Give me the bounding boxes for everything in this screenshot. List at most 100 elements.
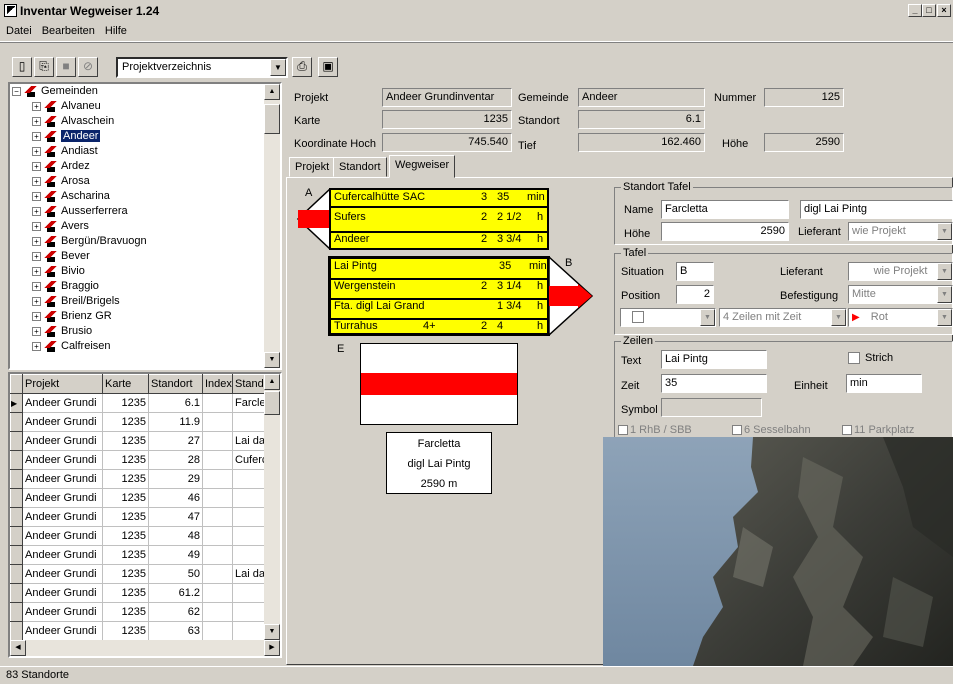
row-indicator[interactable]: [10, 431, 23, 451]
print-icon[interactable]: ⎙: [292, 57, 312, 77]
copy-icon[interactable]: ⎘: [34, 57, 54, 77]
expand-icon[interactable]: +: [32, 311, 41, 321]
tree-item[interactable]: + Arosa: [10, 174, 280, 189]
table-row[interactable]: Andeer Grundi 1235 11.9: [10, 412, 271, 432]
expand-icon[interactable]: +: [32, 266, 41, 276]
new-icon[interactable]: ▯: [12, 57, 32, 77]
expand-icon[interactable]: +: [32, 251, 41, 261]
tree-item[interactable]: + Bever: [10, 249, 280, 264]
text-input[interactable]: Lai Pintg: [661, 350, 767, 369]
table-row[interactable]: Andeer Grundi 1235 61.2: [10, 583, 271, 603]
scroll-down-icon[interactable]: ▼: [264, 352, 280, 368]
close-button[interactable]: ×: [937, 4, 951, 17]
expand-icon[interactable]: +: [32, 326, 41, 336]
row-indicator[interactable]: [10, 488, 23, 508]
tree-scrollbar[interactable]: ▲ ▼: [264, 84, 280, 368]
table-row[interactable]: Andeer Grundi 1235 62: [10, 602, 271, 622]
symbol-option-1[interactable]: 1 RhB / SBB: [618, 424, 692, 436]
name2-input[interactable]: digl Lai Pintg: [800, 200, 953, 219]
position-input[interactable]: 2: [676, 285, 714, 304]
tree-root[interactable]: − Gemeinden: [10, 84, 280, 99]
current-row-icon[interactable]: ▶: [10, 393, 23, 413]
symbol-field[interactable]: [661, 398, 762, 417]
table-row[interactable]: ▶ Andeer Grundi 1235 6.1 Farcle: [10, 393, 271, 413]
table-row[interactable]: Andeer Grundi 1235 29: [10, 469, 271, 489]
tree-item[interactable]: + Braggio: [10, 279, 280, 294]
tree-item[interactable]: + Calfreisen: [10, 339, 280, 354]
window-icon[interactable]: ▣: [318, 57, 338, 77]
zeit-input[interactable]: 35: [661, 374, 767, 393]
expand-icon[interactable]: +: [32, 206, 41, 216]
farbe-select[interactable]: ▶ Rot ▼: [848, 308, 953, 327]
tree-item[interactable]: + Ascharina: [10, 189, 280, 204]
row-indicator[interactable]: [10, 450, 23, 470]
expand-icon[interactable]: +: [32, 341, 41, 351]
scroll-right-icon[interactable]: ▶: [264, 640, 280, 656]
sign-e[interactable]: [360, 343, 518, 425]
row-indicator[interactable]: [10, 583, 23, 603]
sign-b[interactable]: Lai Pintg 35 min Wergenstein 2 3 1/4 h Fta. d…: [328, 256, 550, 336]
checkbox-icon[interactable]: [842, 425, 852, 436]
expand-icon[interactable]: +: [32, 281, 41, 291]
chevron-down-icon[interactable]: ▼: [270, 59, 286, 76]
checkbox-icon[interactable]: [732, 425, 742, 436]
scroll-down-icon[interactable]: ▼: [264, 624, 280, 640]
row-indicator[interactable]: [10, 545, 23, 565]
expand-icon[interactable]: +: [32, 296, 41, 306]
tab-standort[interactable]: Standort: [333, 157, 387, 177]
tree-item[interactable]: + Andiast: [10, 144, 280, 159]
table-row[interactable]: Andeer Grundi 1235 49: [10, 545, 271, 565]
table-row[interactable]: Andeer Grundi 1235 47: [10, 507, 271, 527]
scroll-left-icon[interactable]: ◀: [10, 640, 26, 656]
hoehe-input[interactable]: 2590: [661, 222, 789, 241]
symbol-option-3[interactable]: 11 Parkplatz: [842, 424, 914, 436]
einheit-input[interactable]: min: [846, 374, 922, 393]
project-combo[interactable]: Projektverzeichnis ▼: [116, 57, 288, 78]
scroll-up-icon[interactable]: ▲: [264, 374, 280, 390]
tree-item[interactable]: + Ardez: [10, 159, 280, 174]
expand-icon[interactable]: +: [32, 161, 41, 171]
table-row[interactable]: Andeer Grundi 1235 28 Cuferc: [10, 450, 271, 470]
tree-item[interactable]: + Brusio: [10, 324, 280, 339]
expand-icon[interactable]: +: [32, 191, 41, 201]
checkbox-icon[interactable]: [618, 425, 628, 436]
expand-icon[interactable]: +: [32, 221, 41, 231]
scroll-up-icon[interactable]: ▲: [264, 84, 280, 100]
zeilen-select[interactable]: 4 Zeilen mit Zeit ▼: [719, 308, 847, 327]
collapse-icon[interactable]: −: [12, 86, 21, 96]
tree-item[interactable]: + Andeer: [10, 129, 280, 144]
minimize-button[interactable]: _: [908, 4, 922, 17]
standorte-grid[interactable]: Projekt Karte Standort Index Stand ▶ Andeer G…: [8, 372, 282, 658]
row-indicator[interactable]: [10, 621, 23, 641]
table-row[interactable]: Andeer Grundi 1235 50 Lai da: [10, 564, 271, 584]
tree-item[interactable]: + Avers: [10, 219, 280, 234]
row-indicator[interactable]: [10, 507, 23, 527]
expand-icon[interactable]: +: [32, 146, 41, 156]
chevron-down-icon[interactable]: ▼: [700, 309, 715, 326]
table-row[interactable]: Andeer Grundi 1235 27 Lai da: [10, 431, 271, 451]
tab-projekt[interactable]: Projekt: [289, 157, 336, 177]
tree-item[interactable]: + Alvaschein: [10, 114, 280, 129]
tafel-lieferant-select[interactable]: wie Projekt ▼: [848, 262, 953, 281]
expand-icon[interactable]: +: [32, 101, 41, 111]
tree-item[interactable]: + Breil/Brigels: [10, 294, 280, 309]
row-indicator[interactable]: [10, 412, 23, 432]
chevron-down-icon[interactable]: ▼: [831, 309, 846, 326]
row-indicator[interactable]: [10, 564, 23, 584]
tree-item[interactable]: + Alvaneu: [10, 99, 280, 114]
scroll-thumb[interactable]: [264, 391, 280, 415]
grid-hscrollbar[interactable]: ◀ ▶: [10, 640, 280, 656]
row-indicator[interactable]: [10, 469, 23, 489]
tree-item[interactable]: + Brienz GR: [10, 309, 280, 324]
menu-datei[interactable]: Datei: [0, 22, 36, 37]
tab-wegweiser[interactable]: Wegweiser: [389, 155, 456, 178]
menu-bearbeiten[interactable]: Bearbeiten: [36, 22, 99, 37]
expand-icon[interactable]: +: [32, 236, 41, 246]
cancel-icon[interactable]: ⊘: [78, 57, 98, 77]
chevron-down-icon[interactable]: ▼: [937, 223, 952, 240]
stop-icon[interactable]: ■: [56, 57, 76, 77]
expand-icon[interactable]: +: [32, 176, 41, 186]
maximize-button[interactable]: □: [922, 4, 936, 17]
tree-item[interactable]: + Ausserferrera: [10, 204, 280, 219]
table-row[interactable]: Andeer Grundi 1235 46: [10, 488, 271, 508]
